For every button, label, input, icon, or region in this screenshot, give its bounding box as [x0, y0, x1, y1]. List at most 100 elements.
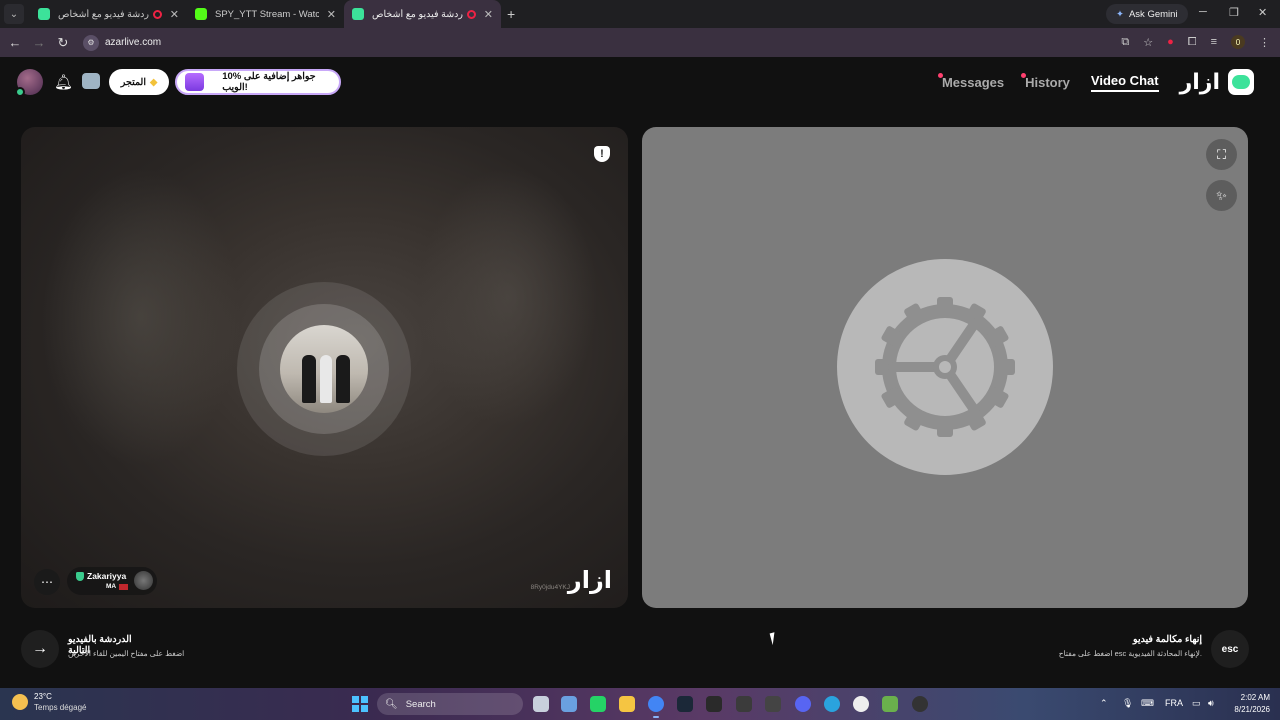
next-chat-hint: اضغط على مفتاح اليمين للقاء الآخرين — [68, 649, 185, 658]
address-bar: ← → ↻ ⚙ azarlive.com ⧉ ☆ ● ⧠ ≡ 0 ⋮ — [0, 28, 1280, 57]
app-icon[interactable] — [765, 696, 781, 712]
epic-games-icon[interactable] — [706, 696, 722, 712]
nav-history[interactable]: History — [1021, 72, 1070, 90]
ask-gemini-label: Ask Gemini — [1128, 8, 1178, 20]
toolbar-actions: ⧉ ☆ ● ⧠ ≡ 0 ⋮ — [1121, 35, 1270, 49]
nav-label: History — [1025, 74, 1070, 90]
url-field[interactable]: azarlive.com — [105, 37, 161, 48]
whatsapp-icon[interactable] — [590, 696, 606, 712]
promo-label: 10% جواهر إضافية على الويب! — [222, 71, 316, 93]
clock-date: 8/21/2026 — [1234, 705, 1270, 714]
discord-icon[interactable] — [795, 696, 811, 712]
moon-icon — [12, 694, 28, 710]
extension-badge[interactable]: 0 — [1231, 35, 1245, 49]
gear-icon — [875, 297, 1015, 437]
remote-video-panel: ! ⋯ Zakariyya MA 8Ry0jdu4YKJ ازار — [21, 127, 628, 608]
nav-label: Messages — [941, 74, 1005, 90]
browser-tab-1[interactable]: أزاردردشة فيديو مع أشخاص ✕ — [30, 0, 187, 28]
app-icon[interactable] — [882, 696, 898, 712]
tab-title: أزاردردشة فيديو مع أشخاص — [372, 8, 463, 20]
profile-avatar[interactable] — [15, 69, 43, 97]
main-nav: Messages History Video Chat ازار — [937, 57, 1280, 107]
blurred-background — [418, 167, 598, 427]
person-figure — [320, 355, 332, 403]
new-tab-button[interactable]: + — [507, 6, 515, 22]
kick-favicon-icon — [195, 8, 207, 20]
close-tab-icon[interactable]: ✕ — [170, 8, 179, 21]
tab-title: أزاردردشة فيديو مع أشخاص — [58, 8, 149, 20]
menu-dots-icon[interactable]: ⋮ — [1259, 36, 1270, 49]
volume-icon[interactable]: 🔊︎ — [1208, 698, 1214, 709]
extension-icon[interactable]: ● — [1167, 36, 1174, 48]
wallet-icon[interactable] — [82, 73, 100, 89]
media-controls-icon[interactable]: ≡ — [1211, 36, 1217, 48]
report-shield-icon[interactable]: ! — [594, 146, 610, 162]
reload-icon[interactable]: ↻ — [51, 35, 75, 51]
chrome-icon[interactable] — [648, 696, 664, 718]
local-video-panel: ⛶ ✨︎ — [642, 127, 1248, 608]
azar-favicon-icon — [38, 8, 50, 20]
weather-condition: Temps dégagé — [34, 703, 87, 712]
temperature: 23°C — [34, 692, 52, 701]
tab-search-button[interactable]: ⌄ — [4, 4, 24, 24]
close-window-icon[interactable]: ✕ — [1258, 6, 1267, 19]
nav-video-chat[interactable]: Video Chat — [1090, 73, 1159, 92]
fullscreen-icon[interactable]: ⛶ — [1206, 139, 1237, 170]
end-call-button[interactable]: esc — [1211, 630, 1249, 668]
azar-logo-text[interactable]: ازار — [1180, 70, 1220, 95]
gift-icon — [185, 73, 205, 91]
language-indicator[interactable]: FRA — [1165, 698, 1183, 708]
steam-icon[interactable] — [677, 696, 693, 712]
partner-photo — [280, 325, 368, 413]
unread-dot-icon — [937, 72, 943, 78]
bell-icon[interactable]: 🔔︎ — [54, 73, 73, 91]
promo-button[interactable]: 10% جواهر إضافية على الويب! — [175, 69, 341, 95]
taskbar-search[interactable]: 🔍︎ Search — [377, 693, 523, 715]
minimize-icon[interactable]: ─ — [1199, 6, 1207, 18]
recording-icon — [466, 9, 476, 19]
person-figure — [302, 355, 316, 403]
blurred-background — [41, 167, 241, 467]
store-app-icon[interactable] — [561, 696, 577, 712]
file-explorer-icon[interactable] — [619, 696, 635, 712]
tray-chevron-icon[interactable]: ⌃ — [1100, 698, 1108, 709]
azar-logo-icon[interactable] — [1228, 69, 1254, 95]
keyboard-icon[interactable]: ⌨ — [1141, 698, 1154, 709]
store-button[interactable]: المتجر ◆ — [109, 69, 169, 95]
app-header: 🔔︎ المتجر ◆ 10% جواهر إضافية على الويب! … — [0, 57, 1280, 107]
effects-wand-icon[interactable]: ✨︎ — [1206, 180, 1237, 211]
weather-widget[interactable]: 23°C Temps dégagé — [12, 692, 86, 712]
close-tab-icon[interactable]: ✕ — [327, 8, 336, 21]
extensions-puzzle-icon[interactable]: ⧠ — [1188, 36, 1197, 49]
site-info-icon[interactable]: ⚙ — [83, 34, 99, 51]
next-chat-button[interactable]: → — [21, 630, 59, 668]
ask-gemini-button[interactable]: ✦ Ask Gemini — [1106, 4, 1188, 24]
partner-info-pill[interactable]: Zakariyya MA — [67, 567, 157, 595]
install-app-icon[interactable]: ⧉ — [1121, 36, 1129, 49]
windows-start-icon[interactable] — [352, 696, 368, 712]
bookmark-star-icon[interactable]: ☆ — [1143, 36, 1153, 49]
telegram-icon[interactable] — [824, 696, 840, 712]
app-icon[interactable] — [736, 696, 752, 712]
obs-icon[interactable] — [853, 696, 869, 712]
gemini-sparkle-icon: ✦ — [1116, 8, 1124, 20]
chat-bubble-icon[interactable]: ⋯ — [34, 569, 60, 595]
session-id: 8Ry0jdu4YKJ — [530, 584, 570, 591]
maximize-icon[interactable]: ❐ — [1229, 6, 1239, 19]
browser-tab-2[interactable]: SPY_YTT Stream - Watch Live o ✕ — [187, 0, 344, 28]
search-icon: 🔍︎ — [385, 698, 398, 710]
browser-tab-3[interactable]: أزاردردشة فيديو مع أشخاص ✕ — [344, 0, 501, 28]
app-icon[interactable] — [912, 696, 928, 712]
task-view-icon[interactable] — [533, 696, 549, 712]
close-tab-icon[interactable]: ✕ — [484, 8, 493, 21]
back-icon[interactable]: ← — [3, 35, 27, 50]
forward-icon[interactable]: → — [27, 35, 51, 50]
system-clock[interactable]: 2:02 AM 8/21/2026 — [1228, 692, 1270, 716]
network-icon[interactable]: ▭ — [1192, 698, 1201, 709]
clock-time: 2:02 AM — [1240, 693, 1270, 702]
nav-messages[interactable]: Messages — [937, 72, 1005, 90]
microphone-icon[interactable]: 🎙︎ — [1122, 698, 1133, 709]
tab-title: SPY_YTT Stream - Watch Live o — [215, 8, 319, 20]
gem-icon: ◆ — [149, 76, 158, 88]
azar-favicon-icon — [352, 8, 364, 20]
